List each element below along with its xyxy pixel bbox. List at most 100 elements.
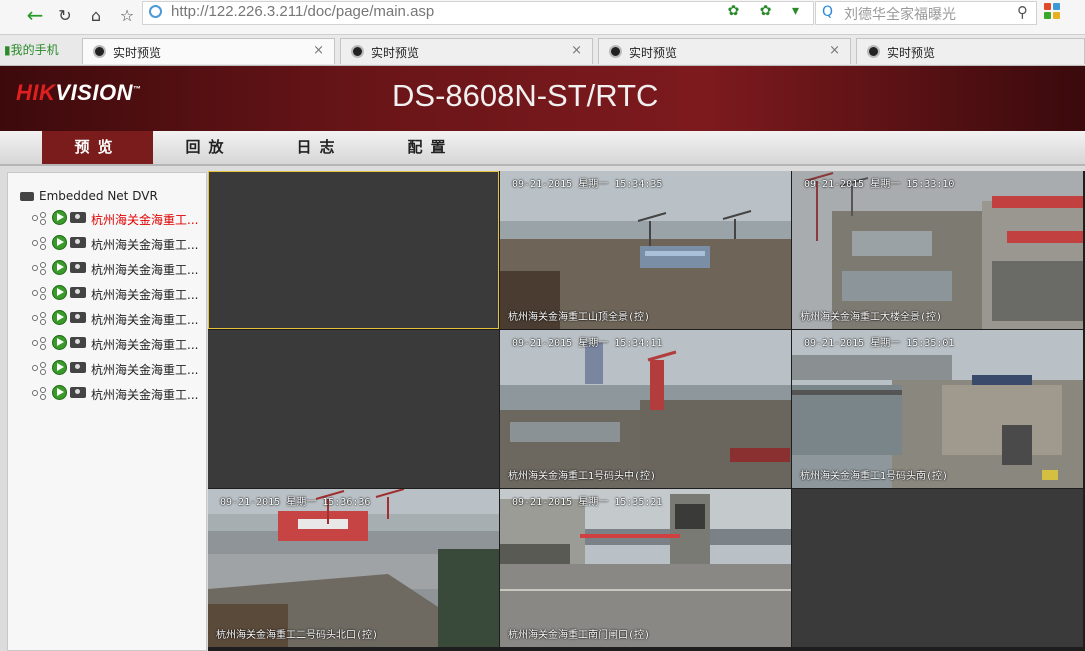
- camera-icon: [70, 287, 86, 298]
- osd-camera-name: 杭州海关金海重工南门闸口(控): [508, 630, 651, 641]
- tab-label[interactable]: 实时预览: [887, 44, 935, 61]
- video-cell[interactable]: 09-21-2015 星期一 15:34:35 杭州海关金海重工山顶全景(控): [500, 171, 791, 329]
- osd-timestamp: 09-21-2015 星期一 15:36:36: [220, 497, 371, 508]
- nav-log[interactable]: 日志: [264, 131, 375, 164]
- osd-timestamp: 09-21-2015 星期一 15:35:21: [512, 497, 663, 508]
- camera-icon: [70, 312, 86, 323]
- camera-label[interactable]: 杭州海关金海重工...: [91, 361, 199, 378]
- video-cell[interactable]: 09-21-2015 星期一 15:35:21 杭州海关金海重工南门闸口(控): [500, 489, 791, 647]
- logo-red-part: HIK: [16, 80, 56, 105]
- tab-label[interactable]: 实时预览: [371, 44, 419, 61]
- browser-toolbar: ← ↻ ⌂ ☆ http://122.226.3.211/doc/page/ma…: [0, 0, 1085, 35]
- osd-camera-name: 杭州海关金海重工山顶全景(控): [508, 312, 651, 323]
- security-icon[interactable]: ✿ ✿ ▾: [728, 3, 807, 19]
- tab-label[interactable]: 实时预览: [113, 44, 161, 61]
- play-icon[interactable]: [52, 310, 67, 325]
- trademark-mark: ™: [132, 84, 142, 94]
- tree-node-icon: [32, 337, 48, 350]
- search-icon[interactable]: ⚲: [1017, 3, 1028, 21]
- favorite-label[interactable]: 我的手机: [11, 43, 59, 57]
- star-icon[interactable]: ☆: [114, 2, 140, 28]
- device-tree-panel: Embedded Net DVR 杭州海关金海重工... 杭州海关金海重工... 杭…: [7, 172, 207, 651]
- dvr-icon: [20, 192, 34, 201]
- play-icon[interactable]: [52, 260, 67, 275]
- play-icon[interactable]: [52, 385, 67, 400]
- camera-icon: [70, 237, 86, 248]
- tree-node-icon: [32, 312, 48, 325]
- play-icon[interactable]: [52, 235, 67, 250]
- address-bar[interactable]: http://122.226.3.211/doc/page/main.asp ✿…: [142, 1, 814, 25]
- tree-node-icon: [32, 287, 48, 300]
- camera-label[interactable]: 杭州海关金海重工...: [91, 236, 199, 253]
- osd-timestamp: 09-21-2015 星期一 15:33:10: [804, 179, 955, 190]
- favorite-my-phone[interactable]: ▮我的手机: [4, 41, 59, 58]
- url-text[interactable]: http://122.226.3.211/doc/page/main.asp: [171, 3, 434, 20]
- osd-camera-name: 杭州海关金海重工1号码头南(控): [800, 471, 949, 482]
- osd-camera-name: 杭州海关金海重工二号码头北口(控): [216, 630, 379, 641]
- search-input[interactable]: 刘德华全家福曝光: [844, 4, 956, 24]
- camera-icon: [70, 362, 86, 373]
- browser-tab-2[interactable]: 实时预览 ×: [340, 38, 593, 64]
- video-cell[interactable]: 09-21-2015 星期一 15:36:36 杭州海关金海重工二号码头北口(控): [208, 489, 499, 647]
- video-cell[interactable]: 09-21-2015 星期一 15:33:10 杭州海关金海重工大楼全景(控): [792, 171, 1083, 329]
- search-box[interactable]: Q 刘德华全家福曝光 ⚲: [815, 1, 1037, 25]
- video-cell-empty[interactable]: [792, 489, 1083, 647]
- tab-label[interactable]: 实时预览: [629, 44, 677, 61]
- camera-label[interactable]: 杭州海关金海重工...: [91, 211, 199, 228]
- tab-bar: ▮我的手机 实时预览 × 实时预览 × 实时预览 × 实时预览: [0, 35, 1085, 66]
- osd-camera-name: 杭州海关金海重工1号码头中(控): [508, 471, 657, 482]
- browser-tab-3[interactable]: 实时预览 ×: [598, 38, 851, 64]
- nav-config[interactable]: 配置: [375, 131, 486, 164]
- camera-label[interactable]: 杭州海关金海重工...: [91, 386, 199, 403]
- camera-label[interactable]: 杭州海关金海重工...: [91, 336, 199, 353]
- tree-root-dvr[interactable]: Embedded Net DVR: [20, 189, 158, 203]
- main-nav: 预览 回放 日志 配置: [0, 131, 1085, 166]
- refresh-icon[interactable]: ↻: [52, 2, 78, 28]
- tree-node-icon: [32, 387, 48, 400]
- camera-icon: [70, 387, 86, 398]
- tree-node-icon: [32, 362, 48, 375]
- tree-node-icon: [32, 262, 48, 275]
- nav-playback[interactable]: 回放: [153, 131, 264, 164]
- video-cell[interactable]: 09-21-2015 星期一 15:34:11 杭州海关金海重工1号码头中(控): [500, 330, 791, 488]
- apps-icon[interactable]: [1044, 3, 1062, 21]
- close-icon[interactable]: ×: [829, 43, 840, 58]
- tree-root-label[interactable]: Embedded Net DVR: [39, 189, 158, 203]
- camera-label[interactable]: 杭州海关金海重工...: [91, 286, 199, 303]
- tab-favicon: [351, 45, 364, 58]
- device-model-title: DS-8608N-ST/RTC: [392, 78, 659, 113]
- camera-icon: [70, 212, 86, 223]
- close-icon[interactable]: ×: [313, 43, 324, 58]
- camera-icon: [70, 262, 86, 273]
- search-engine-icon: Q: [822, 4, 834, 20]
- nav-preview[interactable]: 预览: [42, 131, 153, 164]
- globe-icon: [149, 5, 162, 18]
- osd-timestamp: 09-21-2015 星期一 15:34:11: [512, 338, 663, 349]
- video-grid: 09-21-2015 星期一 15:34:35 杭州海关金海重工山顶全景(控) 09…: [208, 171, 1085, 651]
- play-icon[interactable]: [52, 210, 67, 225]
- play-icon[interactable]: [52, 285, 67, 300]
- browser-tab-4[interactable]: 实时预览: [856, 38, 1085, 64]
- video-cell[interactable]: 09-21-2015 星期一 15:35:01 杭州海关金海重工1号码头南(控): [792, 330, 1083, 488]
- tree-node-icon: [32, 237, 48, 250]
- osd-camera-name: 杭州海关金海重工大楼全景(控): [800, 312, 943, 323]
- logo-white-part: VISION: [55, 80, 133, 105]
- video-cell-empty[interactable]: [208, 330, 499, 488]
- tab-favicon: [609, 45, 622, 58]
- play-icon[interactable]: [52, 360, 67, 375]
- close-icon[interactable]: ×: [571, 43, 582, 58]
- tab-favicon: [867, 45, 880, 58]
- camera-label[interactable]: 杭州海关金海重工...: [91, 261, 199, 278]
- browser-tab-1[interactable]: 实时预览 ×: [82, 38, 335, 64]
- play-icon[interactable]: [52, 335, 67, 350]
- video-cell-empty[interactable]: [208, 171, 499, 329]
- app-header: HIKVISION™ DS-8608N-ST/RTC: [0, 66, 1085, 131]
- osd-timestamp: 09-21-2015 星期一 15:34:35: [512, 179, 663, 190]
- osd-timestamp: 09-21-2015 星期一 15:35:01: [804, 338, 955, 349]
- camera-icon: [70, 337, 86, 348]
- home-icon[interactable]: ⌂: [83, 2, 109, 28]
- tab-favicon: [93, 45, 106, 58]
- tree-node-icon: [32, 212, 48, 225]
- back-arrow-icon[interactable]: ←: [22, 2, 48, 28]
- camera-label[interactable]: 杭州海关金海重工...: [91, 311, 199, 328]
